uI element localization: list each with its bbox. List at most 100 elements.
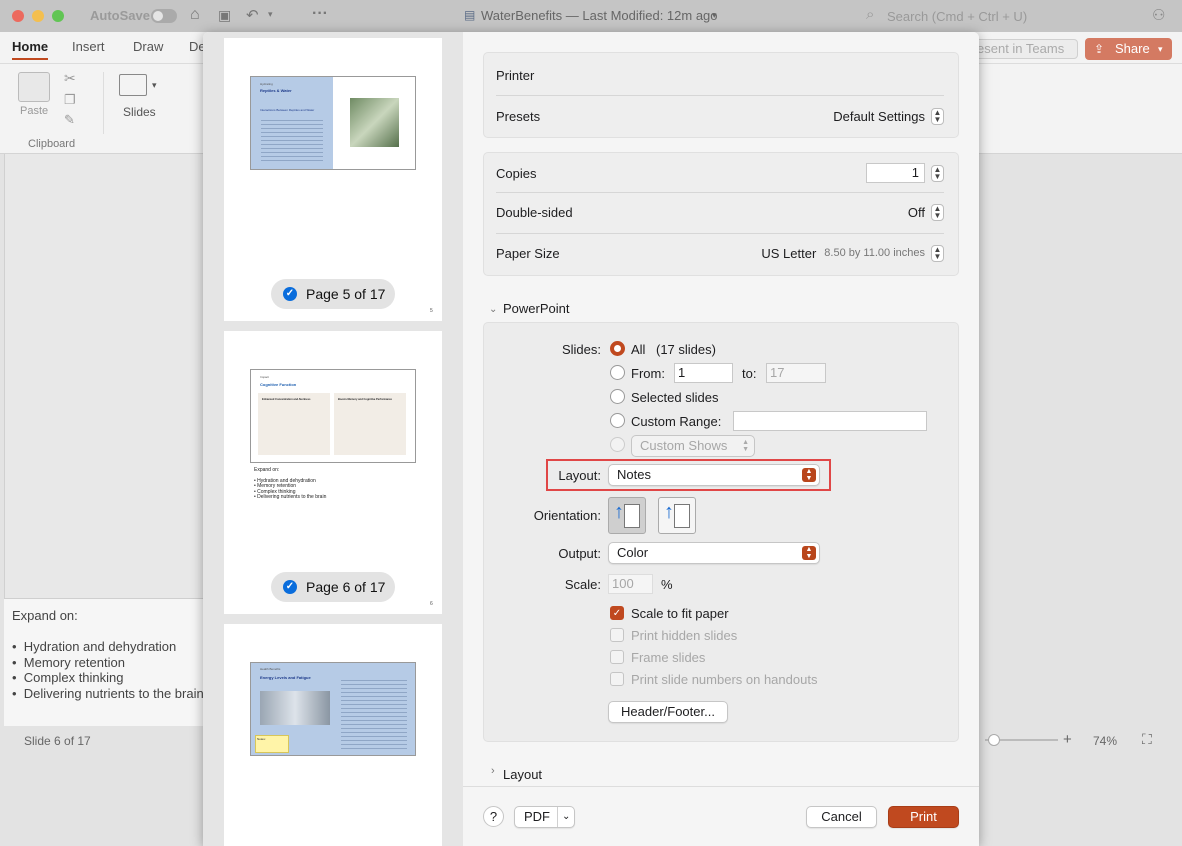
output-popup-icon: ▲ ▼	[802, 546, 816, 560]
cut-icon[interactable]: ✂	[64, 70, 76, 87]
scale-unit: %	[661, 577, 673, 592]
format-painter-icon[interactable]: ✎	[64, 112, 75, 128]
radio-custom-range-label[interactable]: Custom Range:	[631, 414, 721, 429]
to-input[interactable]: 17	[766, 363, 826, 383]
portrait-orientation-button[interactable]: ↑	[608, 497, 646, 534]
printer-row[interactable]: Printer	[496, 55, 944, 95]
present-in-teams-button[interactable]: esent in Teams	[972, 39, 1078, 59]
frame-slides-checkbox[interactable]	[610, 650, 624, 664]
presets-popup-icon[interactable]: ▲ ▼	[931, 107, 944, 125]
autosave-toggle[interactable]	[151, 9, 177, 23]
custom-range-input[interactable]	[733, 411, 927, 431]
paste-icon[interactable]	[18, 72, 50, 102]
share-chevron-down-icon: ▾	[1158, 44, 1163, 54]
cancel-button[interactable]: Cancel	[806, 806, 877, 828]
scale-to-fit-checkbox[interactable]: ✓	[610, 606, 624, 620]
layout-section-title[interactable]: Layout	[503, 767, 542, 782]
print-hidden-slides-label[interactable]: Print hidden slides	[631, 628, 737, 643]
page-badge-label: Page 6 of 17	[306, 579, 386, 595]
radio-selected-slides[interactable]	[610, 389, 625, 404]
zoom-slider-handle[interactable]	[988, 734, 1000, 746]
undo-dropdown-icon[interactable]: ▾	[268, 9, 273, 20]
scale-input[interactable]: 100	[608, 574, 653, 594]
layout-select[interactable]: Notes ▲ ▼	[608, 464, 820, 486]
copies-stepper[interactable]: ▲ ▼	[931, 164, 944, 182]
double-sided-value[interactable]: Off	[908, 205, 925, 220]
frame-slides-label[interactable]: Frame slides	[631, 650, 705, 665]
sticky-note-label: Notes:	[257, 737, 266, 741]
slides-label[interactable]: Slides	[123, 105, 156, 119]
slide-column-right	[334, 393, 406, 455]
copy-icon[interactable]: ❐	[64, 92, 76, 108]
to-label: to:	[742, 366, 757, 381]
title-chevron-down-icon[interactable]: ▾	[712, 10, 717, 21]
print-slide-numbers-label[interactable]: Print slide numbers on handouts	[631, 672, 817, 687]
active-tab-underline	[12, 58, 48, 60]
slide-title: Reptiles & Water	[260, 88, 292, 93]
save-icon[interactable]: ▣	[218, 7, 231, 24]
fit-to-window-icon[interactable]: ⛶	[1142, 731, 1152, 748]
help-button[interactable]: ?	[483, 806, 504, 827]
print-dialog: Hydrating Reptiles & Water Interactions …	[203, 32, 979, 846]
print-hidden-slides-checkbox[interactable]	[610, 628, 624, 642]
notes-item: • Memory retention	[12, 654, 125, 670]
custom-shows-select: Custom Shows ▲ ▼	[631, 435, 755, 457]
double-sided-popup-icon[interactable]: ▲ ▼	[931, 203, 944, 221]
minimize-window-button[interactable]	[32, 10, 44, 22]
slides-dropdown-icon[interactable]: ▾	[152, 80, 157, 91]
tab-insert[interactable]: Insert	[72, 39, 105, 54]
slides-icon[interactable]	[119, 74, 147, 96]
slide-col1-heading: Enhanced Concentration and Alertness	[262, 398, 311, 401]
output-label: Output:	[558, 546, 601, 561]
dialog-footer: ? PDF ⌄ Cancel Print	[463, 786, 979, 846]
close-window-button[interactable]	[12, 10, 24, 22]
paper-size-value[interactable]: US Letter	[761, 246, 816, 261]
custom-shows-popup-icon: ▲ ▼	[742, 439, 749, 453]
page-badge[interactable]: ✓ Page 5 of 17	[271, 279, 395, 309]
slide-count: (17 slides)	[656, 342, 716, 357]
radio-from-label[interactable]: From:	[631, 366, 665, 381]
layout-value: Notes	[617, 467, 651, 482]
radio-from[interactable]	[610, 365, 625, 380]
slide-section: Hydrating	[260, 82, 273, 86]
output-value: Color	[617, 545, 649, 560]
print-button[interactable]: Print	[888, 806, 959, 828]
powerpoint-section-title[interactable]: PowerPoint	[503, 301, 569, 316]
tab-home[interactable]: Home	[12, 39, 48, 54]
home-icon[interactable]: ⌂	[190, 6, 200, 24]
share-button[interactable]: ⇪ Share ▾	[1085, 38, 1172, 60]
account-icon[interactable]: ⚇	[1152, 6, 1165, 24]
notes-item: • Complex thinking	[12, 670, 124, 685]
more-options-icon[interactable]: ···	[312, 5, 328, 23]
tab-draw[interactable]: Draw	[133, 39, 163, 54]
powerpoint-disclosure-icon[interactable]: ⌄	[489, 304, 497, 315]
radio-all-label[interactable]: All	[631, 342, 645, 357]
print-preview[interactable]: Hydrating Reptiles & Water Interactions …	[203, 32, 463, 846]
zoom-in-icon[interactable]: +	[1063, 731, 1072, 748]
radio-custom-range[interactable]	[610, 413, 625, 428]
undo-icon[interactable]: ↶	[246, 6, 259, 24]
presets-value[interactable]: Default Settings	[833, 109, 925, 124]
document-title[interactable]: WaterBenefits — Last Modified: 12m ago	[481, 8, 718, 23]
print-slide-numbers-checkbox[interactable]	[610, 672, 624, 686]
output-select[interactable]: Color ▲ ▼	[608, 542, 820, 564]
landscape-orientation-button[interactable]: ↑	[658, 497, 696, 534]
zoom-window-button[interactable]	[52, 10, 64, 22]
paper-size-popup-icon[interactable]: ▲ ▼	[931, 244, 944, 262]
notes-pane[interactable]: Expand on: • Hydration and dehydration •…	[4, 598, 204, 726]
layout-disclosure-icon[interactable]: ›	[491, 765, 495, 777]
from-input[interactable]: 1	[674, 363, 733, 383]
radio-selected-slides-label[interactable]: Selected slides	[631, 390, 718, 405]
search-input[interactable]: Search (Cmd + Ctrl + U)	[887, 9, 1027, 24]
pdf-button[interactable]: PDF ⌄	[514, 806, 575, 828]
printer-group: Printer Presets Default Settings ▲ ▼	[483, 52, 959, 138]
header-footer-button[interactable]: Header/Footer...	[608, 701, 728, 723]
orientation-label: Orientation:	[533, 508, 601, 523]
copies-input[interactable]: 1	[866, 163, 925, 183]
zoom-level[interactable]: 74%	[1093, 734, 1117, 748]
scale-to-fit-label[interactable]: Scale to fit paper	[631, 606, 729, 621]
page-badge[interactable]: ✓ Page 6 of 17	[271, 572, 395, 602]
paper-size-label: Paper Size	[496, 245, 560, 261]
slide-thumbnail: Health Benefits Energy Levels and Fatigu…	[250, 662, 416, 756]
radio-all[interactable]	[610, 341, 625, 356]
